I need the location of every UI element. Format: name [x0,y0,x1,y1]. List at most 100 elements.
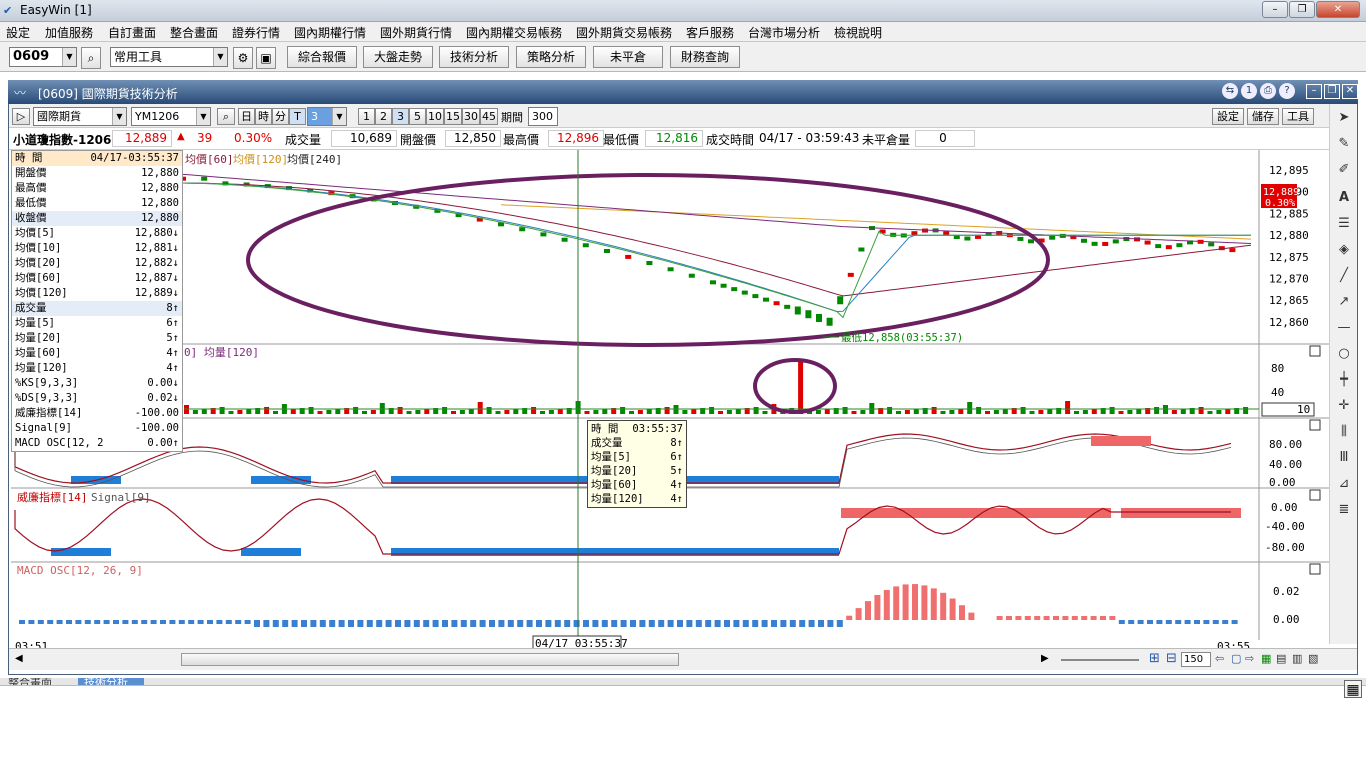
save-icon[interactable]: ▤ [1276,652,1286,665]
period-minute-button[interactable]: 分 [272,108,289,125]
layout-icon[interactable]: ▥ [1292,652,1302,665]
zoom-input[interactable]: 150 [1181,652,1211,667]
macd-close-button[interactable] [1309,563,1321,575]
menu-item[interactable]: 自訂畫面 [108,24,156,41]
toolbar-button-index[interactable]: 大盤走勢 [363,46,433,68]
minimize-button[interactable]: – [1262,1,1288,18]
tick-2-button[interactable]: 2 [375,108,392,125]
chevron-down-icon[interactable]: ▼ [196,108,210,125]
chevron-down-icon[interactable]: ▼ [213,48,227,66]
gear-button[interactable]: ⚙ [233,47,253,69]
hline-tool-icon[interactable]: — [1336,320,1352,336]
layout2-icon[interactable]: ▧ [1308,652,1318,665]
vline-tool-icon[interactable]: ┿ [1336,372,1352,388]
zoom-out-icon[interactable]: ⊟ [1166,651,1177,666]
settings-button[interactable]: 設定 [1212,108,1244,125]
menu-item[interactable]: 國外期貨交易帳務 [576,24,672,41]
tick-10-button[interactable]: 10 [426,108,444,125]
volume-close-button[interactable] [1309,345,1321,357]
chevron-down-icon[interactable]: ▼ [332,108,346,125]
tick-5-button[interactable]: 5 [409,108,426,125]
lines-tool-icon[interactable]: ☰ [1336,216,1352,232]
export-icon[interactable]: ▦ [1261,652,1271,665]
cross-tool-icon[interactable]: ✛ [1336,398,1352,414]
tick-1-button[interactable]: 1 [358,108,375,125]
fib-tool-icon[interactable]: ≣ [1336,502,1352,518]
circle-tool-icon[interactable]: ○ [1336,346,1352,362]
macd-bar [235,620,242,624]
pen-tool-icon[interactable]: ✎ [1336,136,1352,152]
menu-item[interactable]: 台灣市場分析 [748,24,820,41]
toolbar-button-finance[interactable]: 財務查詢 [670,46,740,68]
menu-item[interactable]: 國內期權行情 [294,24,366,41]
menu-item[interactable]: 國內期權交易帳務 [466,24,562,41]
tools-button[interactable]: 工具 [1282,108,1314,125]
fill-tool-icon[interactable]: ◈ [1336,242,1352,258]
fan-tool-icon[interactable]: ⊿ [1336,476,1352,492]
toolbar-button-strategy[interactable]: 策略分析 [516,46,586,68]
macd-bar [883,589,890,620]
save-button[interactable]: 儲存 [1247,108,1279,125]
nav-stop-icon[interactable]: ▢ [1231,652,1241,665]
period-day-button[interactable]: 日 [238,108,255,125]
menu-item[interactable]: 設定 [6,24,30,41]
text-tool-icon[interactable]: A [1336,190,1352,206]
kd-close-button[interactable] [1309,419,1321,431]
chevron-down-icon[interactable]: ▼ [62,48,76,66]
nav-next-icon[interactable]: ⇨ [1245,652,1254,665]
tick-3-button[interactable]: 3 [392,108,409,125]
tools-combo[interactable]: 常用工具 ▼ [110,47,228,67]
tick-combo[interactable]: 3 ▼ [307,107,347,126]
chart-area[interactable]: 12,89512,89012,88512,88012,87512,87012,8… [11,150,1329,660]
link-icon[interactable]: ⇆ [1222,83,1238,99]
market-combo[interactable]: 國際期貨 ▼ [33,107,127,126]
zoom-in-icon[interactable]: ⊞ [1149,651,1160,666]
child-maximize-button[interactable]: ❐ [1324,84,1340,99]
pointer-tool-icon[interactable]: ➤ [1336,110,1352,126]
one-icon[interactable]: 1 [1241,83,1257,99]
play-button[interactable]: ▷ [12,108,30,125]
child-close-button[interactable]: ✕ [1342,84,1358,99]
scroll-left-icon[interactable]: ◀ [15,653,23,664]
grid-tool-icon[interactable]: Ⅲ [1336,450,1352,466]
scroll-thumb[interactable] [181,653,679,666]
period-hour-button[interactable]: 時 [255,108,272,125]
tick-15-button[interactable]: 15 [444,108,462,125]
symbol-combo[interactable]: YM1206 ▼ [131,107,211,126]
taskbar-grid-icon[interactable]: ▦ [1344,680,1362,698]
search-button[interactable]: ⌕ [81,47,101,69]
line-tool-icon[interactable]: ╱ [1336,268,1352,284]
maximize-button[interactable]: ❐ [1289,1,1315,18]
symbol-search-button[interactable]: ⌕ [217,108,235,125]
chevron-down-icon[interactable]: ▼ [112,108,126,125]
toolbar-button-tech[interactable]: 技術分析 [439,46,509,68]
help-icon[interactable]: ? [1279,83,1295,99]
menu-item[interactable]: 加值服務 [45,24,93,41]
bars-tool-icon[interactable]: ⫼ [1336,424,1352,440]
menu-item[interactable]: 國外期貨行情 [380,24,452,41]
zoom-slider[interactable] [1061,659,1139,661]
tick-30-button[interactable]: 30 [462,108,480,125]
menu-item[interactable]: 客戶服務 [686,24,734,41]
tab-tech-analysis[interactable]: 技術分析 [78,678,144,685]
child-minimize-button[interactable]: – [1306,84,1322,99]
wr-close-button[interactable] [1309,489,1321,501]
nav-prev-icon[interactable]: ⇦ [1215,652,1224,665]
scroll-right-icon[interactable]: ▶ [1041,653,1049,664]
menu-item[interactable]: 證券行情 [232,24,280,41]
close-button[interactable]: ✕ [1316,1,1360,18]
tab-integrated[interactable]: 整合畫面 [8,678,52,685]
period-tick-button[interactable]: T [289,108,306,125]
menu-item[interactable]: 整合畫面 [170,24,218,41]
panel-close-buttons[interactable] [1309,345,1321,575]
tick-45-button[interactable]: 45 [480,108,498,125]
period-input[interactable]: 300 [528,107,558,126]
arrow-tool-icon[interactable]: ↗ [1336,294,1352,310]
code-input[interactable]: 0609 ▼ [9,47,77,67]
toolbar-button-quote[interactable]: 綜合報價 [287,46,357,68]
print-icon[interactable]: ⎙ [1260,83,1276,99]
window-button[interactable]: ▣ [256,47,276,69]
text-edit-icon[interactable]: ✐ [1336,162,1352,178]
menu-item[interactable]: 檢視說明 [834,24,882,41]
toolbar-button-open-interest[interactable]: 未平倉 [593,46,663,68]
